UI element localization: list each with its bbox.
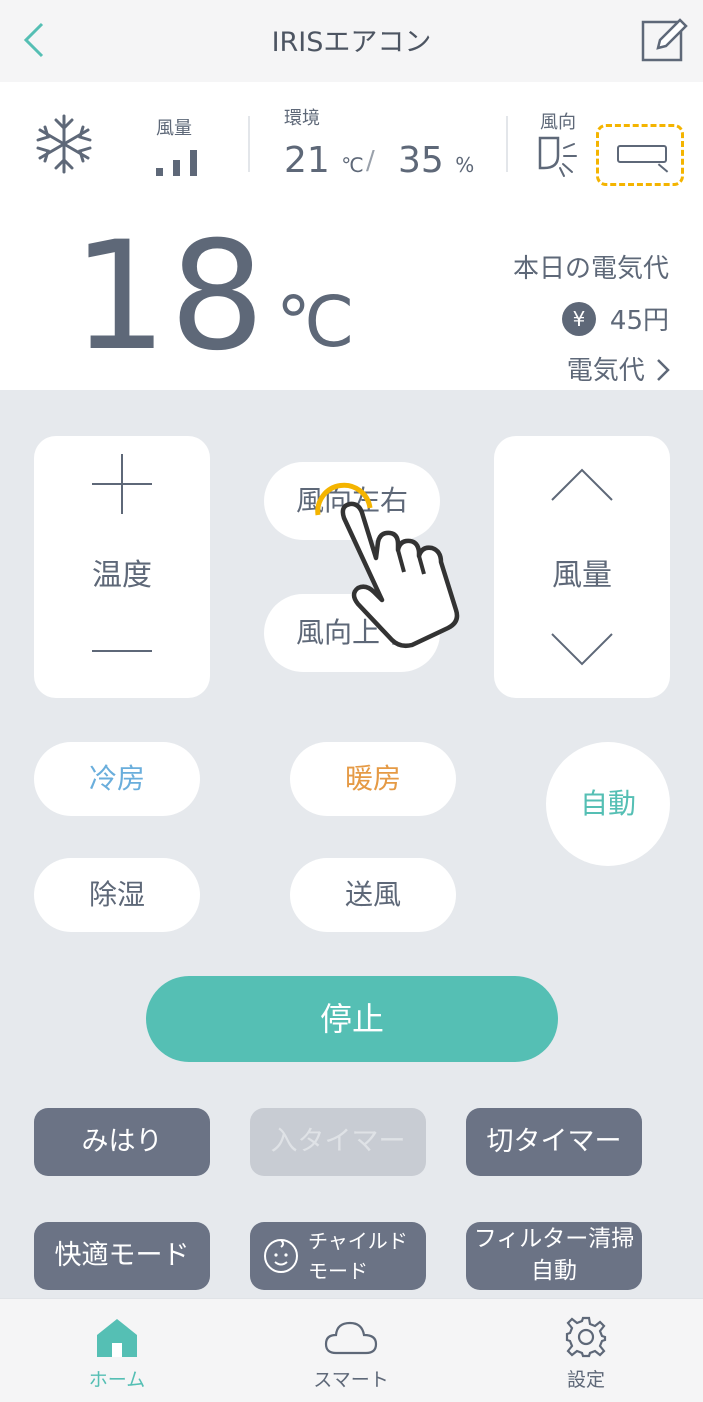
off-timer-button[interactable]: 切タイマー — [466, 1108, 642, 1176]
electricity-cost-link[interactable]: 電気代 — [567, 350, 671, 387]
baby-face-icon — [264, 1239, 298, 1273]
louver-direction-icon — [538, 136, 577, 177]
room-humidity: 35 % — [398, 140, 474, 181]
divider — [248, 116, 250, 172]
fan-speed-control-card: 風量 — [494, 436, 670, 698]
ac-unit-airflow-icon — [657, 163, 669, 173]
mode-fan-button[interactable]: 送風 — [290, 858, 456, 932]
set-temperature-unit: ℃ — [276, 281, 355, 363]
mode-cool-button[interactable]: 冷房 — [34, 742, 200, 816]
daily-cost-title: 本日の電気代 — [512, 254, 669, 284]
fan-speed-label: 風量 — [552, 558, 612, 593]
fan-level-bars-icon — [156, 150, 197, 176]
filter-cleaning-label-line2: 自動 — [531, 1258, 577, 1284]
divider — [506, 116, 508, 172]
child-mode-label-line1: チャイルド — [308, 1229, 408, 1253]
bottom-navigation: ホーム スマート 設定 — [0, 1298, 703, 1402]
mode-auto-button[interactable]: 自動 — [546, 742, 670, 866]
temperature-down-minus-icon[interactable] — [90, 636, 154, 666]
fan-level-label: 風量 — [156, 118, 192, 139]
filter-cleaning-label-line1: フィルター清掃 — [473, 1226, 635, 1252]
app-header: IRISエアコン — [0, 0, 703, 82]
cloud-icon — [324, 1321, 378, 1355]
page-title: IRISエアコン — [271, 27, 432, 58]
environment-label: 環境 — [284, 108, 320, 129]
fan-down-chevron-icon[interactable] — [550, 632, 614, 668]
chevron-right-icon — [657, 359, 670, 381]
temperature-up-plus-icon[interactable] — [90, 452, 154, 516]
daily-cost-value: 45円 — [609, 306, 669, 336]
child-mode-button[interactable]: チャイルド モード — [250, 1222, 426, 1290]
ac-unit-icon — [617, 145, 667, 163]
nav-settings[interactable]: 設定 — [469, 1299, 703, 1402]
filter-cleaning-auto-button[interactable]: フィルター清掃 自動 — [466, 1222, 642, 1290]
nav-smart-label: スマート — [313, 1369, 389, 1391]
set-temperature-value: 18 — [72, 210, 267, 384]
room-temperature-value: 21 — [284, 140, 330, 181]
home-icon — [97, 1319, 137, 1357]
nav-home-label: ホーム — [88, 1369, 146, 1391]
nav-smart[interactable]: スマート — [234, 1299, 468, 1402]
stop-button[interactable]: 停止 — [146, 976, 558, 1062]
nav-home[interactable]: ホーム — [0, 1299, 234, 1402]
temperature-label: 温度 — [92, 558, 152, 593]
mode-dry-button[interactable]: 除湿 — [34, 858, 200, 932]
comfort-mode-button[interactable]: 快適モード — [34, 1222, 210, 1290]
electricity-cost-link-label: 電気代 — [566, 356, 645, 386]
gear-icon — [565, 1316, 607, 1358]
ac-unit-direction-button[interactable] — [596, 124, 684, 186]
edit-icon[interactable] — [640, 14, 688, 64]
yen-icon: ¥ — [562, 302, 596, 336]
room-temperature-unit: ℃ — [341, 153, 364, 177]
mode-heat-button[interactable]: 暖房 — [290, 742, 456, 816]
wind-direction-label: 風向 — [540, 112, 576, 133]
room-temperature: 21 ℃ — [284, 140, 364, 181]
temperature-control-card: 温度 — [34, 436, 210, 698]
room-humidity-value: 35 — [398, 140, 444, 181]
room-humidity-unit: % — [455, 153, 475, 177]
nav-settings-label: 設定 — [566, 1369, 605, 1391]
cooling-snowflake-icon — [36, 114, 92, 174]
tap-hand-pointer-icon — [315, 482, 460, 649]
child-mode-label-line2: モード — [308, 1259, 368, 1283]
on-timer-button[interactable]: 入タイマー — [250, 1108, 426, 1176]
env-separator: / — [366, 146, 375, 176]
watch-button[interactable]: みはり — [34, 1108, 210, 1176]
fan-up-chevron-icon[interactable] — [550, 466, 614, 502]
